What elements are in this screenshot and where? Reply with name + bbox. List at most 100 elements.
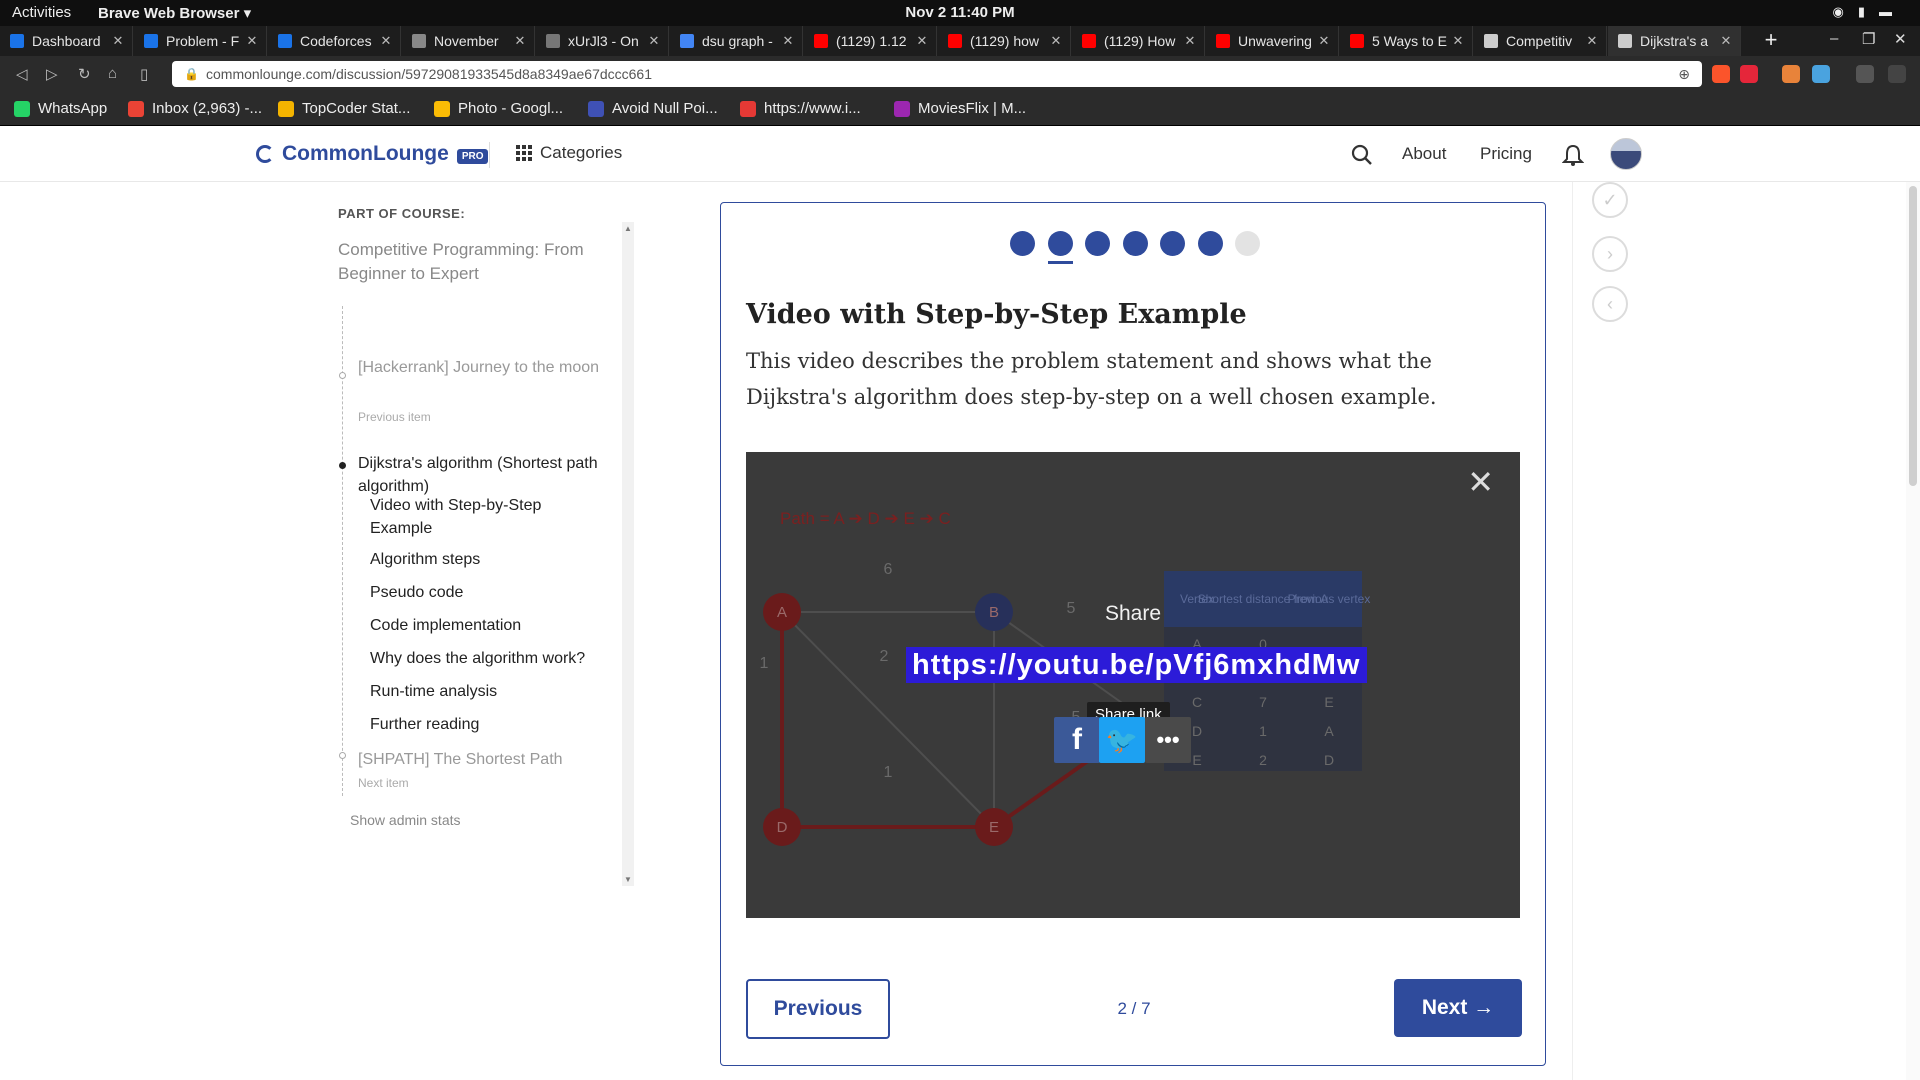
brave-shields-icon[interactable] [1712, 65, 1730, 83]
clock[interactable]: Nov 2 11:40 PM [0, 4, 1920, 21]
home-icon[interactable]: ⌂ [108, 65, 117, 82]
pricing-link[interactable]: Pricing [1480, 144, 1532, 164]
share-link-text[interactable]: https://youtu.be/pVfj6mxhdMw [906, 647, 1367, 683]
tab-close-icon[interactable]: ✕ [1450, 33, 1466, 49]
back-icon[interactable]: ◁ [16, 65, 28, 83]
twitter-icon[interactable]: 🐦 [1099, 717, 1145, 763]
tab-close-icon[interactable]: ✕ [780, 33, 796, 49]
section-link[interactable]: Pseudo code [370, 581, 463, 604]
bookmark-item[interactable]: Photo - Googl... [434, 100, 563, 117]
step-dot[interactable] [1122, 231, 1148, 256]
scroll-down-icon[interactable]: ▼ [624, 875, 632, 884]
more-options-icon[interactable]: ••• [1145, 717, 1191, 763]
minimize-icon[interactable]: – [1830, 30, 1838, 47]
bookmark-item[interactable]: Avoid Null Poi... [588, 100, 718, 117]
new-tab-button[interactable]: + [1756, 26, 1786, 56]
section-link[interactable]: Code implementation [370, 614, 521, 637]
next-button[interactable]: Next → [1394, 979, 1522, 1037]
bookmark-item[interactable]: TopCoder Stat... [278, 100, 410, 117]
previous-item-link[interactable]: [Hackerrank] Journey to the moon [358, 356, 603, 379]
tab-close-icon[interactable]: ✕ [110, 33, 126, 49]
browser-tab[interactable]: dsu graph - ✕ [670, 26, 803, 56]
current-item[interactable]: Dijkstra's algorithm (Shortest path algo… [358, 452, 603, 498]
step-dot[interactable] [1085, 231, 1110, 256]
step-dot[interactable] [1047, 231, 1073, 256]
browser-tab[interactable]: 5 Ways to E ✕ [1340, 26, 1473, 56]
search-icon[interactable] [1350, 143, 1374, 167]
bell-icon[interactable] [1562, 143, 1584, 167]
restore-icon[interactable]: ❐ [1862, 30, 1875, 48]
activities-button[interactable]: Activities [12, 4, 71, 21]
tab-close-icon[interactable]: ✕ [244, 33, 260, 49]
section-link[interactable]: Video with Step-by-Step Example [370, 494, 600, 540]
tab-close-icon[interactable]: ✕ [1182, 33, 1198, 49]
section-link[interactable]: Run-time analysis [370, 680, 497, 703]
tab-close-icon[interactable]: ✕ [914, 33, 930, 49]
browser-tab[interactable]: xUrJl3 - On ✕ [536, 26, 669, 56]
user-avatar[interactable] [1610, 138, 1642, 170]
section-link[interactable]: Further reading [370, 713, 479, 736]
bookmark-icon[interactable]: ▯ [140, 65, 148, 83]
tab-close-icon[interactable]: ✕ [1316, 33, 1332, 49]
bookmark-item[interactable]: Inbox (2,963) -... [128, 100, 262, 117]
browser-tab[interactable]: Problem - F ✕ [134, 26, 267, 56]
tab-close-icon[interactable]: ✕ [1048, 33, 1064, 49]
tab-close-icon[interactable]: ✕ [1584, 33, 1600, 49]
step-dot[interactable] [1235, 231, 1260, 256]
zoom-icon[interactable]: ⊕ [1678, 61, 1690, 87]
about-link[interactable]: About [1402, 144, 1446, 164]
browser-tab[interactable]: Competitiv ✕ [1474, 26, 1607, 56]
next-arrow-icon[interactable]: › [1592, 236, 1628, 272]
scroll-up-icon[interactable]: ▲ [624, 224, 632, 233]
video-player[interactable]: Path = A ➔ D ➔ E ➔ C ABDE 6122551 Vertex… [746, 452, 1520, 918]
facebook-icon[interactable]: f [1054, 717, 1100, 763]
network-icon[interactable]: ◉ [1833, 4, 1858, 19]
forward-icon[interactable]: ▷ [46, 65, 58, 83]
site-logo[interactable]: CommonLounge PRO [256, 142, 489, 166]
browser-tab[interactable]: (1129) 1.12 ✕ [804, 26, 937, 56]
profile-icon[interactable] [1856, 65, 1874, 83]
browser-tab[interactable]: Unwavering ✕ [1206, 26, 1339, 56]
volume-icon[interactable]: ▮ [1858, 4, 1879, 19]
browser-tab[interactable]: Codeforces ✕ [268, 26, 401, 56]
scrollbar-thumb[interactable] [1909, 186, 1917, 486]
section-link[interactable]: Algorithm steps [370, 548, 480, 571]
tab-close-icon[interactable]: ✕ [378, 33, 394, 49]
step-dot[interactable] [1010, 231, 1035, 256]
mark-complete-icon[interactable]: ✓ [1592, 182, 1628, 218]
bookmark-item[interactable]: WhatsApp [14, 100, 107, 117]
categories-button[interactable]: Categories [516, 143, 622, 163]
browser-tab[interactable]: November ✕ [402, 26, 535, 56]
tab-close-icon[interactable]: ✕ [512, 33, 528, 49]
close-window-icon[interactable]: ✕ [1894, 30, 1907, 48]
course-link[interactable]: Competitive Programming: From Beginner t… [338, 238, 608, 286]
previous-arrow-icon[interactable]: ‹ [1592, 286, 1628, 322]
admin-stats-link[interactable]: Show admin stats [350, 812, 461, 828]
browser-tab[interactable]: (1129) How ✕ [1072, 26, 1205, 56]
app-menu[interactable]: Brave Web Browser ▾ [98, 4, 251, 22]
browser-tab[interactable]: Dijkstra's a ✕ [1608, 26, 1741, 56]
next-item-link[interactable]: [SHPATH] The Shortest Path [358, 748, 603, 771]
battery-icon[interactable]: ▬ [1879, 4, 1906, 19]
extension-pen-icon[interactable] [1812, 65, 1830, 83]
bookmark-item[interactable]: https://www.i... [740, 100, 861, 117]
step-dot[interactable] [1197, 231, 1223, 256]
reload-icon[interactable]: ↻ [78, 65, 91, 83]
section-link[interactable]: Why does the algorithm work? [370, 647, 585, 670]
page-scrollbar[interactable] [1906, 182, 1920, 1080]
lock-icon[interactable]: 🔒 [184, 61, 199, 87]
step-dot[interactable] [1160, 231, 1185, 256]
browser-tab[interactable]: (1129) how ✕ [938, 26, 1071, 56]
extension-icon[interactable] [1782, 65, 1800, 83]
tab-close-icon[interactable]: ✕ [646, 33, 662, 49]
menu-icon[interactable] [1888, 65, 1906, 83]
browser-tab[interactable]: Dashboard ✕ [0, 26, 133, 56]
tab-close-icon[interactable]: ✕ [1718, 33, 1734, 49]
bookmark-item[interactable]: MoviesFlix | M... [894, 100, 1026, 117]
address-bar[interactable]: 🔒 commonlounge.com/discussion/5972908193… [172, 61, 1702, 87]
brave-rewards-icon[interactable] [1740, 65, 1758, 83]
sidebar-scrollbar[interactable]: ▲ ▼ [622, 222, 634, 886]
close-share-icon[interactable]: ✕ [1467, 466, 1494, 498]
logo-icon [256, 145, 274, 163]
system-tray[interactable]: ◉▮▬ [1833, 4, 1907, 20]
